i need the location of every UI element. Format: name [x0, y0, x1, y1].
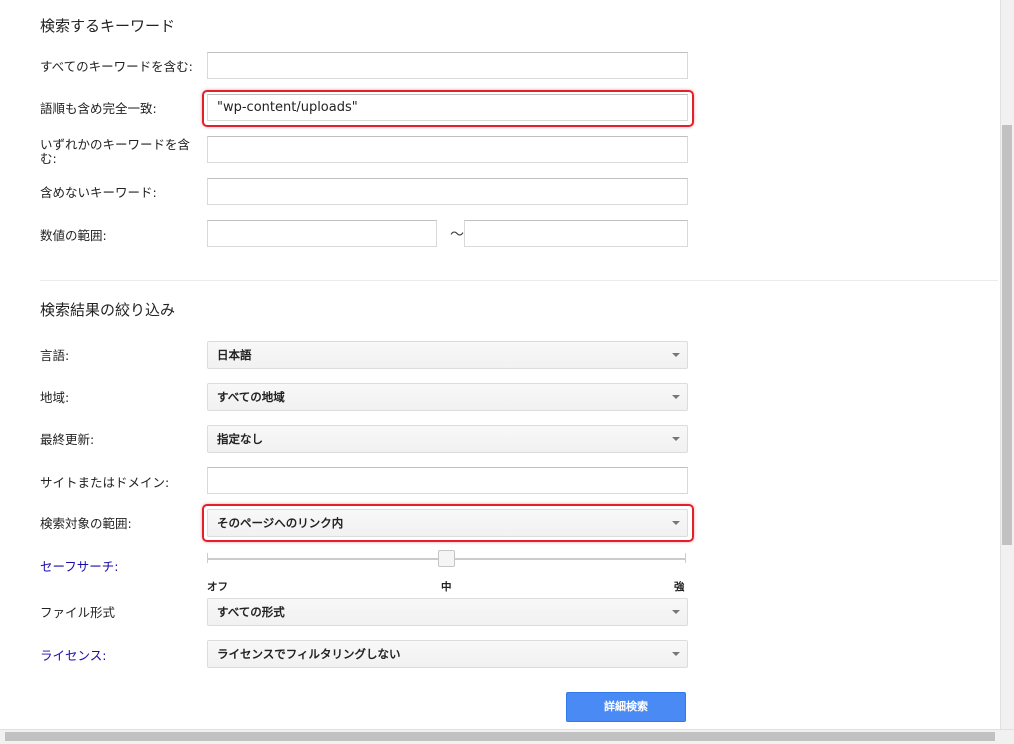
filetype-select-value: すべての形式	[217, 605, 285, 619]
license-select-value: ライセンスでフィルタリングしない	[217, 647, 401, 661]
any-words-label: いずれかのキーワードを含む:	[40, 137, 191, 166]
where-label: 検索対象の範囲:	[40, 516, 132, 531]
slider-tick	[207, 553, 208, 563]
license-link[interactable]: ライセンス:	[40, 649, 106, 663]
advanced-search-button[interactable]: 詳細検索	[566, 692, 686, 722]
where-highlight	[202, 504, 694, 542]
exact-phrase-highlight	[202, 90, 694, 127]
filetype-select[interactable]: すべての形式	[207, 598, 688, 626]
language-select[interactable]: 日本語	[207, 341, 688, 369]
site-label: サイトまたはドメイン:	[40, 475, 170, 490]
updated-label: 最終更新:	[40, 432, 95, 447]
any-words-input[interactable]	[207, 136, 688, 163]
none-words-input[interactable]	[207, 178, 688, 205]
keywords-heading: 検索するキーワード	[40, 17, 176, 35]
range-from-input[interactable]	[207, 220, 437, 247]
chevron-down-icon	[672, 610, 680, 614]
safesearch-link[interactable]: セーフサーチ:	[40, 560, 118, 574]
chevron-down-icon	[672, 353, 680, 357]
chevron-down-icon	[672, 437, 680, 441]
section-divider	[40, 280, 998, 281]
range-separator: 〜	[450, 227, 464, 243]
range-label: 数値の範囲:	[40, 228, 107, 243]
updated-select-value: 指定なし	[217, 432, 263, 446]
region-label: 地域:	[40, 390, 70, 405]
slider-tick	[685, 553, 686, 563]
chevron-down-icon	[672, 652, 680, 656]
chevron-down-icon	[672, 395, 680, 399]
all-words-input[interactable]	[207, 52, 688, 79]
region-select[interactable]: すべての地域	[207, 383, 688, 411]
filters-heading: 検索結果の絞り込み	[40, 301, 176, 319]
safesearch-slider-handle[interactable]	[438, 550, 455, 567]
range-to-input[interactable]	[464, 220, 688, 247]
region-select-value: すべての地域	[217, 390, 285, 404]
vertical-scrollbar-thumb[interactable]	[1002, 125, 1012, 545]
slider-label-mid: 中	[441, 581, 452, 593]
filetype-label: ファイル形式	[40, 605, 116, 620]
language-label: 言語:	[40, 348, 70, 363]
language-select-value: 日本語	[217, 348, 252, 362]
horizontal-scrollbar-thumb[interactable]	[5, 732, 995, 741]
license-select[interactable]: ライセンスでフィルタリングしない	[207, 640, 688, 668]
updated-select[interactable]: 指定なし	[207, 425, 688, 453]
none-words-label: 含めないキーワード:	[40, 185, 157, 200]
all-words-label: すべてのキーワードを含む:	[40, 59, 193, 74]
exact-phrase-label: 語順も含め完全一致:	[40, 101, 157, 116]
slider-label-off: オフ	[207, 581, 228, 593]
slider-label-strict: 強	[674, 581, 685, 593]
site-input[interactable]	[207, 467, 688, 494]
